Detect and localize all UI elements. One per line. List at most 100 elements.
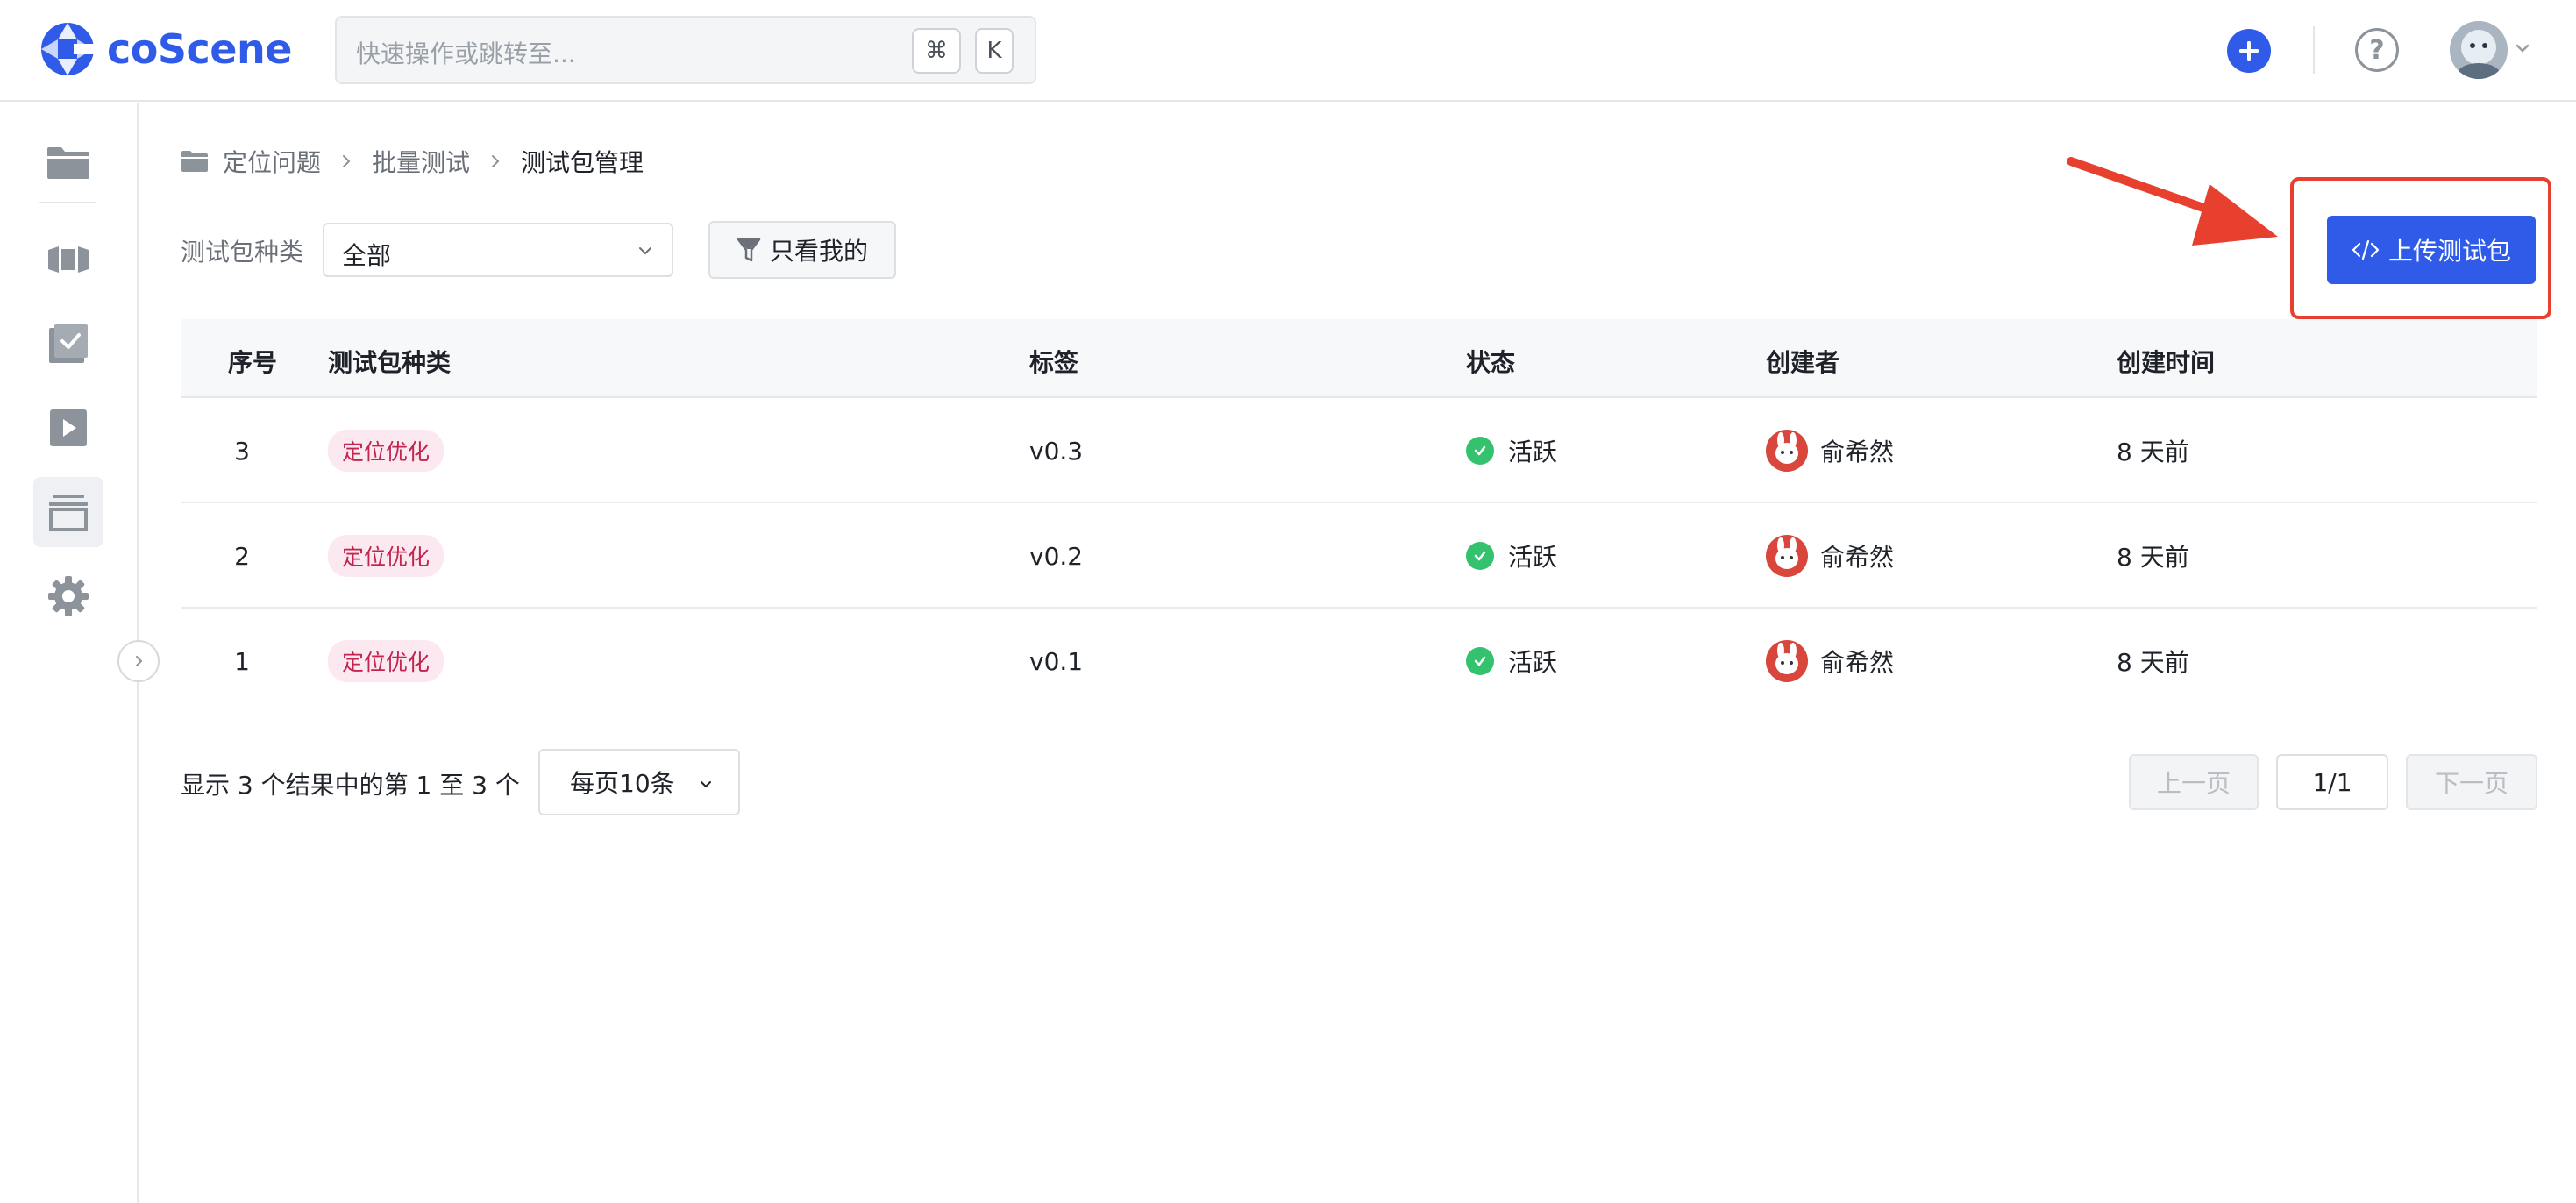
package-type-value: 全部 [342, 241, 392, 270]
breadcrumb-item[interactable]: 定位问题 [223, 144, 321, 179]
code-icon [2352, 239, 2380, 260]
row-creator-cell: 俞希然 [1766, 609, 1894, 714]
breadcrumb-separator-icon [489, 153, 502, 170]
column-header-index: 序号 [228, 348, 278, 377]
row-status-cell: 活跃 [1466, 398, 1557, 503]
breadcrumb-separator-icon [340, 153, 352, 170]
sidebar-item-tasks[interactable] [33, 309, 103, 379]
row-created: 8 天前 [2117, 438, 2189, 466]
row-creator: 俞希然 [1820, 543, 1895, 572]
sidebar-item-tests[interactable] [33, 393, 103, 463]
row-creator-cell: 俞希然 [1766, 398, 1894, 503]
annotation-arrow-icon [2067, 157, 2278, 246]
left-sidebar [0, 103, 139, 1203]
folder-icon [181, 151, 208, 172]
table-row[interactable]: 3 定位优化 v0.3 活跃 俞希然 8 天前 [181, 398, 2537, 503]
check-circle-icon [1466, 542, 1494, 570]
row-index: 2 [234, 541, 250, 571]
creator-avatar [1766, 535, 1808, 577]
sidebar-item-settings[interactable] [33, 561, 103, 631]
type-tag: 定位优化 [328, 430, 445, 472]
chevron-down-icon [639, 247, 651, 255]
column-header-type: 测试包种类 [328, 348, 452, 377]
help-button[interactable]: ? [2355, 28, 2399, 72]
sidebar-expand-button[interactable] [117, 640, 160, 682]
row-type-cell: 定位优化 [328, 398, 445, 503]
avatar-image-icon [1766, 640, 1808, 682]
prev-page-button[interactable]: 上一页 [2129, 754, 2259, 810]
row-creator-cell: 俞希然 [1766, 503, 1894, 609]
avatar-image-icon [1766, 535, 1808, 577]
sidebar-item-files[interactable] [33, 128, 103, 198]
breadcrumb: 定位问题 批量测试 测试包管理 [181, 144, 644, 179]
user-avatar[interactable] [2450, 21, 2508, 79]
pagination-summary: 显示 3 个结果中的第 1 至 3 个 [181, 771, 520, 800]
row-tag: v0.1 [1029, 646, 1084, 676]
row-status-cell: 活跃 [1466, 503, 1557, 609]
column-header-created: 创建时间 [2117, 348, 2216, 377]
row-index: 1 [234, 646, 250, 676]
package-type-select[interactable]: 全部 [323, 223, 673, 277]
check-circle-icon [1466, 647, 1494, 675]
row-status: 活跃 [1508, 648, 1558, 677]
search-placeholder: 快速操作或跳转至... [356, 39, 576, 68]
chevron-right-icon [136, 656, 143, 666]
check-circle-icon [1466, 437, 1494, 465]
type-tag: 定位优化 [328, 640, 445, 682]
app-name: coScene [107, 25, 292, 73]
row-creator: 俞希然 [1820, 438, 1895, 466]
sidebar-divider [39, 202, 96, 203]
row-type-cell: 定位优化 [328, 609, 445, 714]
creator-avatar [1766, 430, 1808, 472]
play-icon [50, 409, 87, 446]
top-bar: coScene 快速操作或跳转至... ⌘ K ? [0, 0, 2576, 102]
row-index: 3 [234, 436, 250, 466]
row-created: 8 天前 [2117, 543, 2189, 572]
column-header-status: 状态 [1466, 348, 1516, 377]
header-divider [2313, 26, 2315, 74]
row-type-cell: 定位优化 [328, 503, 445, 609]
row-tag: v0.2 [1029, 541, 1084, 571]
sidebar-item-records[interactable] [33, 224, 103, 295]
package-type-label: 测试包种类 [181, 238, 304, 267]
search-input[interactable]: 快速操作或跳转至... ⌘ K [335, 16, 1036, 84]
folder-icon [47, 147, 89, 179]
breadcrumb-current: 测试包管理 [521, 148, 644, 177]
row-tag: v0.3 [1029, 436, 1084, 466]
row-created: 8 天前 [2117, 648, 2189, 677]
avatar-image-icon [1766, 430, 1808, 472]
chevron-down-icon [701, 781, 711, 788]
shortcut-k-key: K [975, 28, 1014, 74]
column-header-creator: 创建者 [1766, 348, 1840, 377]
only-mine-button[interactable]: 只看我的 [708, 221, 896, 279]
breadcrumb-item[interactable]: 批量测试 [372, 144, 470, 179]
package-table: 序号 测试包种类 标签 状态 创建者 创建时间 3 定位优化 v0.3 活跃 俞… [181, 319, 2537, 714]
page-indicator[interactable]: 1/1 [2276, 754, 2388, 810]
package-icon [49, 495, 88, 531]
page-size-select[interactable]: 每页10条 [538, 749, 740, 815]
avatar-image-icon [2450, 21, 2508, 79]
sidebar-item-packages[interactable] [33, 477, 103, 547]
row-status-cell: 活跃 [1466, 609, 1557, 714]
upload-package-button[interactable]: 上传测试包 [2327, 216, 2536, 284]
table-row[interactable]: 2 定位优化 v0.2 活跃 俞希然 8 天前 [181, 503, 2537, 609]
column-header-tag: 标签 [1029, 348, 1079, 377]
type-tag: 定位优化 [328, 535, 445, 577]
chevron-down-icon[interactable] [2513, 39, 2532, 58]
table-header: 序号 测试包种类 标签 状态 创建者 创建时间 [181, 319, 2537, 398]
app-logo[interactable]: coScene [39, 19, 292, 79]
row-creator: 俞希然 [1820, 648, 1895, 677]
task-check-icon [49, 324, 88, 363]
next-page-button[interactable]: 下一页 [2406, 754, 2537, 810]
table-row[interactable]: 1 定位优化 v0.1 活跃 俞希然 8 天前 [181, 609, 2537, 714]
plus-icon [2239, 41, 2259, 61]
add-button[interactable] [2227, 29, 2271, 73]
only-mine-label: 只看我的 [769, 237, 868, 266]
shortcut-cmd-key: ⌘ [912, 28, 961, 74]
upload-package-label: 上传测试包 [2387, 237, 2511, 266]
coscene-logo-icon [41, 23, 96, 75]
record-icon [48, 246, 89, 273]
question-icon: ? [2369, 34, 2385, 66]
creator-avatar [1766, 640, 1808, 682]
page-size-value: 每页10条 [570, 769, 675, 798]
